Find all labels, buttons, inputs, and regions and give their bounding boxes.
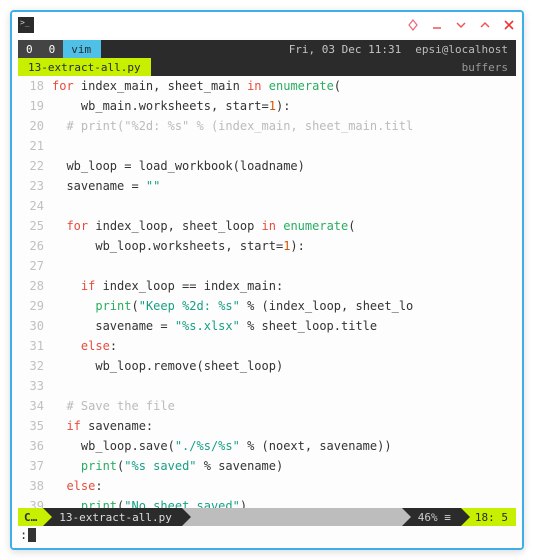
vim-tabline[interactable]: 13-extract-all.py buffers xyxy=(18,58,516,76)
code-text[interactable]: else: xyxy=(52,476,516,496)
code-text[interactable] xyxy=(52,136,516,156)
code-line[interactable]: 34 # Save the file xyxy=(18,396,516,416)
line-number: 31 xyxy=(18,336,52,356)
code-text[interactable]: # Save the file xyxy=(52,396,516,416)
pin-icon[interactable] xyxy=(406,18,420,32)
code-line[interactable]: 25 for index_loop, sheet_loop in enumera… xyxy=(18,216,516,236)
vim-statusline: C… 13-extract-all.py 46% ≡ 18: 5 xyxy=(18,508,516,526)
code-line[interactable]: 30 savename = "%s.xlsx" % sheet_loop.tit… xyxy=(18,316,516,336)
line-number: 21 xyxy=(18,136,52,156)
code-line[interactable]: 36 wb_loop.save("./%s/%s" % (noext, save… xyxy=(18,436,516,456)
code-text[interactable]: if index_loop == index_main: xyxy=(52,276,516,296)
code-text[interactable]: # print("%2d: %s" % (index_main, sheet_m… xyxy=(52,116,516,136)
code-text[interactable]: savename = "" xyxy=(52,176,516,196)
line-number: 25 xyxy=(18,216,52,236)
code-line[interactable]: 33 xyxy=(18,376,516,396)
window-titlebar[interactable]: >_ xyxy=(12,12,522,38)
cmdline-prompt: : xyxy=(20,528,27,542)
line-number: 37 xyxy=(18,456,52,476)
tmux-status-top: 0 0 vim Fri, 03 Dec 11:31 epsi@localhost xyxy=(18,40,516,58)
userhost-label: epsi@localhost xyxy=(407,40,516,58)
line-number: 35 xyxy=(18,416,52,436)
code-text[interactable]: for index_loop, sheet_loop in enumerate( xyxy=(52,216,516,236)
maximize-up-icon[interactable] xyxy=(478,18,492,32)
line-number: 23 xyxy=(18,176,52,196)
line-number: 27 xyxy=(18,256,52,276)
code-line[interactable]: 20 # print("%2d: %s" % (index_main, shee… xyxy=(18,116,516,136)
code-text[interactable] xyxy=(52,256,516,276)
line-number: 18 xyxy=(18,76,52,96)
code-text[interactable]: for index_main, sheet_main in enumerate( xyxy=(52,76,516,96)
line-number: 29 xyxy=(18,296,52,316)
line-number: 39 xyxy=(18,496,52,508)
code-text[interactable]: if savename: xyxy=(52,416,516,436)
window-chip: 0 xyxy=(41,40,64,58)
code-text[interactable]: wb_loop.remove(sheet_loop) xyxy=(52,356,516,376)
code-text[interactable]: print("Keep %2d: %s" % (index_loop, shee… xyxy=(52,296,516,316)
code-line[interactable]: 27 xyxy=(18,256,516,276)
code-text[interactable]: savename = "%s.xlsx" % sheet_loop.title xyxy=(52,316,516,336)
code-line[interactable]: 31 else: xyxy=(18,336,516,356)
line-number: 20 xyxy=(18,116,52,136)
code-line[interactable]: 38 else: xyxy=(18,476,516,496)
code-line[interactable]: 22 wb_loop = load_workbook(loadname) xyxy=(18,156,516,176)
datetime-label: Fri, 03 Dec 11:31 xyxy=(283,40,408,58)
code-text[interactable]: wb_loop.save("./%s/%s" % (noext, savenam… xyxy=(52,436,516,456)
code-line[interactable]: 26 wb_loop.worksheets, start=1): xyxy=(18,236,516,256)
line-number: 38 xyxy=(18,476,52,496)
line-number: 24 xyxy=(18,196,52,216)
minimize-icon[interactable] xyxy=(430,18,444,32)
code-line[interactable]: 32 wb_loop.remove(sheet_loop) xyxy=(18,356,516,376)
code-line[interactable]: 29 print("Keep %2d: %s" % (index_loop, s… xyxy=(18,296,516,316)
code-line[interactable]: 24 xyxy=(18,196,516,216)
code-text[interactable]: wb_main.worksheets, start=1): xyxy=(52,96,516,116)
code-text[interactable]: print("%s saved" % savename) xyxy=(52,456,516,476)
code-text[interactable]: print("No sheet saved") xyxy=(52,496,516,508)
line-number: 19 xyxy=(18,96,52,116)
status-filename: 13-extract-all.py xyxy=(43,508,182,526)
cursor xyxy=(28,528,36,542)
code-editor[interactable]: 18for index_main, sheet_main in enumerat… xyxy=(18,76,516,508)
window-controls xyxy=(406,18,516,32)
code-line[interactable]: 35 if savename: xyxy=(18,416,516,436)
code-line[interactable]: 37 print("%s saved" % savename) xyxy=(18,456,516,476)
code-text[interactable]: wb_loop.worksheets, start=1): xyxy=(52,236,516,256)
status-mode: C… xyxy=(18,508,43,526)
code-line[interactable]: 18for index_main, sheet_main in enumerat… xyxy=(18,76,516,96)
maximize-down-icon[interactable] xyxy=(454,18,468,32)
status-percent: 46% ≡ xyxy=(402,508,461,526)
mode-chip: vim xyxy=(63,40,101,58)
code-line[interactable]: 39 print("No sheet saved") xyxy=(18,496,516,508)
terminal-window: >_ 0 0 vim Fri, 03 Dec xyxy=(10,10,524,550)
line-number: 32 xyxy=(18,356,52,376)
code-line[interactable]: 21 xyxy=(18,136,516,156)
tab-active[interactable]: 13-extract-all.py xyxy=(18,58,151,76)
line-number: 33 xyxy=(18,376,52,396)
code-text[interactable] xyxy=(52,376,516,396)
line-number: 26 xyxy=(18,236,52,256)
session-chip: 0 xyxy=(18,40,41,58)
line-number: 30 xyxy=(18,316,52,336)
status-position: 18: 5 xyxy=(461,508,516,526)
code-text[interactable] xyxy=(52,196,516,216)
code-line[interactable]: 28 if index_loop == index_main: xyxy=(18,276,516,296)
line-number: 22 xyxy=(18,156,52,176)
code-line[interactable]: 23 savename = "" xyxy=(18,176,516,196)
code-line[interactable]: 19 wb_main.worksheets, start=1): xyxy=(18,96,516,116)
code-text[interactable]: wb_loop = load_workbook(loadname) xyxy=(52,156,516,176)
vim-cmdline[interactable]: : xyxy=(18,526,516,544)
line-number: 36 xyxy=(18,436,52,456)
code-text[interactable]: else: xyxy=(52,336,516,356)
line-number: 28 xyxy=(18,276,52,296)
line-number: 34 xyxy=(18,396,52,416)
tab-buffers-label[interactable]: buffers xyxy=(151,58,516,76)
terminal-icon: >_ xyxy=(18,17,34,33)
close-icon[interactable] xyxy=(502,18,516,32)
terminal-body[interactable]: 0 0 vim Fri, 03 Dec 11:31 epsi@localhost… xyxy=(12,38,522,548)
